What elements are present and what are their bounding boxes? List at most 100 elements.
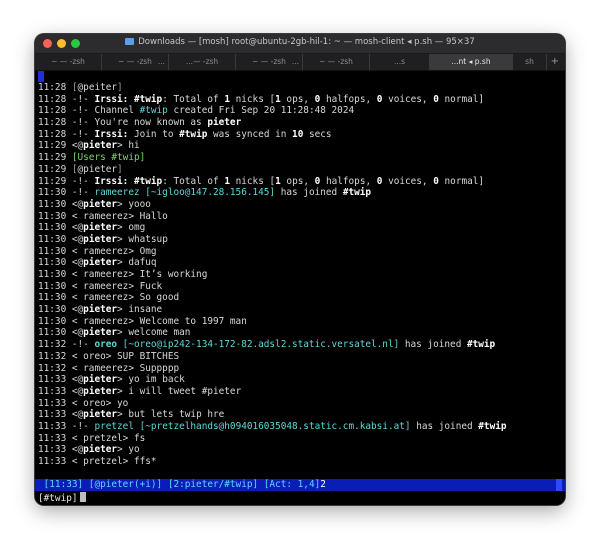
message-text: #twip — [478, 420, 507, 432]
timestamp: 11:30 — [38, 315, 72, 327]
message-text: oreo — [94, 339, 118, 351]
chat-line: 11:33 < oreo> yo — [38, 398, 562, 410]
tab-overflow-icon: ... — [157, 57, 165, 66]
timestamp: 11:28 — [38, 93, 72, 105]
message-text: ops, — [280, 175, 315, 187]
folder-icon — [125, 38, 135, 45]
timestamp: 11:33 — [38, 432, 72, 444]
message-text: [~oreo@ip242-134-172-82.adsl2.static.ver… — [117, 339, 400, 351]
tab-label: ~ — -zsh — [319, 57, 353, 66]
timestamp: 11:33 — [38, 456, 72, 467]
tab-6[interactable]: ...s — [370, 54, 430, 70]
message-text: <@ — [71, 140, 84, 152]
new-tab-button[interactable]: + — [551, 54, 559, 70]
message-text: rameerez — [94, 187, 140, 199]
message-text: < pretzel> fs — [71, 432, 146, 444]
tab-label: ...— -zsh — [185, 57, 219, 66]
message-text: > omg — [117, 222, 146, 234]
chat-line: 11:30 <@pieter> welcome man — [38, 327, 562, 339]
tab-label: ~ — -zsh — [51, 57, 85, 66]
message-text: has joined — [399, 339, 467, 351]
message-text: < rameerez> Fuck — [71, 280, 163, 292]
tab-label: ~ — -zsh — [118, 57, 152, 66]
timestamp: 11:28 — [38, 82, 72, 93]
message-text: < oreo> yo — [71, 397, 129, 409]
timestamp: 11:32 — [38, 339, 72, 351]
message-text: -!- — [71, 420, 95, 432]
message-text: <@ — [71, 385, 84, 397]
tab-label: ...s — [393, 57, 406, 66]
message-text: ops, — [280, 93, 315, 105]
tab-3[interactable]: ...— -zsh — [169, 54, 236, 70]
status-activity-tail: 2 — [320, 479, 326, 490]
message-text: -!- — [71, 339, 95, 351]
message-text: was synced in — [207, 128, 293, 140]
statusbar-edge — [556, 479, 562, 491]
chat-line: 11:33 -!- pretzel [~pretzelhands@h094016… — [38, 421, 562, 433]
message-text: #twip — [133, 93, 163, 105]
tab-2[interactable]: ~ — -zsh... — [102, 54, 169, 70]
message-text: > whatsup — [117, 233, 168, 245]
message-text: ] — [117, 82, 123, 93]
message-text: ] — [117, 163, 123, 175]
terminal-area[interactable]: 11:28 [@peiter] 11:28 -!- Irssi: #twip: T… — [35, 71, 565, 505]
timestamp: 11:33 — [38, 397, 72, 409]
chat-line: 11:28 -!- Irssi: Join to #twip was synce… — [38, 129, 562, 141]
timestamp: 11:29 — [38, 152, 72, 164]
message-text: > welcome man — [117, 327, 191, 339]
message-text: < rameerez> So good — [71, 292, 180, 304]
message-text: -!- — [71, 187, 95, 199]
tab-5[interactable]: ~ — -zsh — [303, 54, 370, 70]
timestamp: 11:30 — [38, 269, 72, 280]
message-text: pieter — [83, 140, 118, 152]
message-text: Irssi: — [94, 175, 129, 187]
title-bar[interactable]: Downloads — [mosh] root@ubuntu-2gb-hil-1… — [35, 34, 565, 54]
message-text: pieter — [207, 117, 242, 129]
message-text: <@ — [71, 304, 84, 316]
chat-line: 11:28 -!- Channel #twip created Fri Sep … — [38, 105, 562, 117]
chat-line: 11:30 <@pieter> dafuq — [38, 257, 562, 269]
chat-log: 11:28 [@peiter] 11:28 -!- Irssi: #twip: T… — [38, 82, 562, 468]
message-text: <@ — [71, 257, 84, 269]
message-text: nicks [ — [229, 175, 276, 187]
chat-line: 11:28 -!- Irssi: #twip: Total of 1 nicks… — [38, 94, 562, 106]
chat-line: 11:30 < rameerez> It’s working — [38, 269, 562, 281]
message-text: < rameerez> Suppppp — [71, 362, 180, 374]
chat-line: 11:29 -!- Irssi: #twip: Total of 1 nicks… — [38, 176, 562, 188]
message-text: : Total of — [162, 175, 225, 187]
message-text: > insane — [117, 304, 163, 316]
chat-line: 11:33 <@pieter> i will tweet #pieter — [38, 386, 562, 398]
message-text: <@ — [71, 222, 84, 234]
message-text: #twip — [179, 128, 208, 140]
chat-line: 11:30 < rameerez> So good — [38, 292, 562, 304]
message-text: normal] — [438, 175, 485, 187]
message-text: secs — [303, 128, 332, 140]
chat-line: 11:30 <@pieter> yooo — [38, 199, 562, 211]
timestamp: 11:33 — [38, 385, 72, 397]
timestamp: 11:30 — [38, 198, 72, 210]
message-text: < rameerez> It’s working — [71, 269, 208, 280]
chat-line: 11:30 <@pieter> whatsup — [38, 234, 562, 246]
status-window: [2:pieter/#twip] — [162, 479, 259, 490]
message-text: < oreo> SUP BITCHES — [71, 350, 180, 362]
tab-7-active[interactable]: ...nt ◂ p.sh — [430, 54, 513, 70]
timestamp: 11:33 — [38, 444, 72, 456]
chat-line: 11:32 < rameerez> Suppppp — [38, 363, 562, 375]
message-text: < rameerez> Hallo — [71, 210, 168, 222]
irssi-statusbar: [11:33] [@pieter(+i)] [2:pieter/#twip] [… — [35, 479, 565, 491]
message-text: < rameerez> Welcome to 1997 man — [71, 315, 247, 327]
tab-1[interactable]: ~ — -zsh — [35, 54, 102, 70]
input-prompt: [#twip] — [38, 493, 78, 504]
message-text: <@ — [71, 233, 84, 245]
tab-4[interactable]: ~ — -zsh... — [236, 54, 303, 70]
window-title: Downloads — [mosh] root@ubuntu-2gb-hil-1… — [35, 37, 565, 47]
tab-8[interactable]: sh — [513, 54, 547, 70]
chat-line: 11:33 <@pieter> yo im back — [38, 374, 562, 386]
message-text: voices, — [382, 175, 434, 187]
timestamp: 11:30 — [38, 187, 72, 199]
timestamp: 11:33 — [38, 420, 72, 432]
input-line[interactable]: [#twip] — [38, 492, 86, 504]
message-text: pieter — [83, 385, 118, 397]
timestamp: 11:30 — [38, 257, 72, 269]
message-text: < rameerez> Omg — [71, 245, 157, 257]
